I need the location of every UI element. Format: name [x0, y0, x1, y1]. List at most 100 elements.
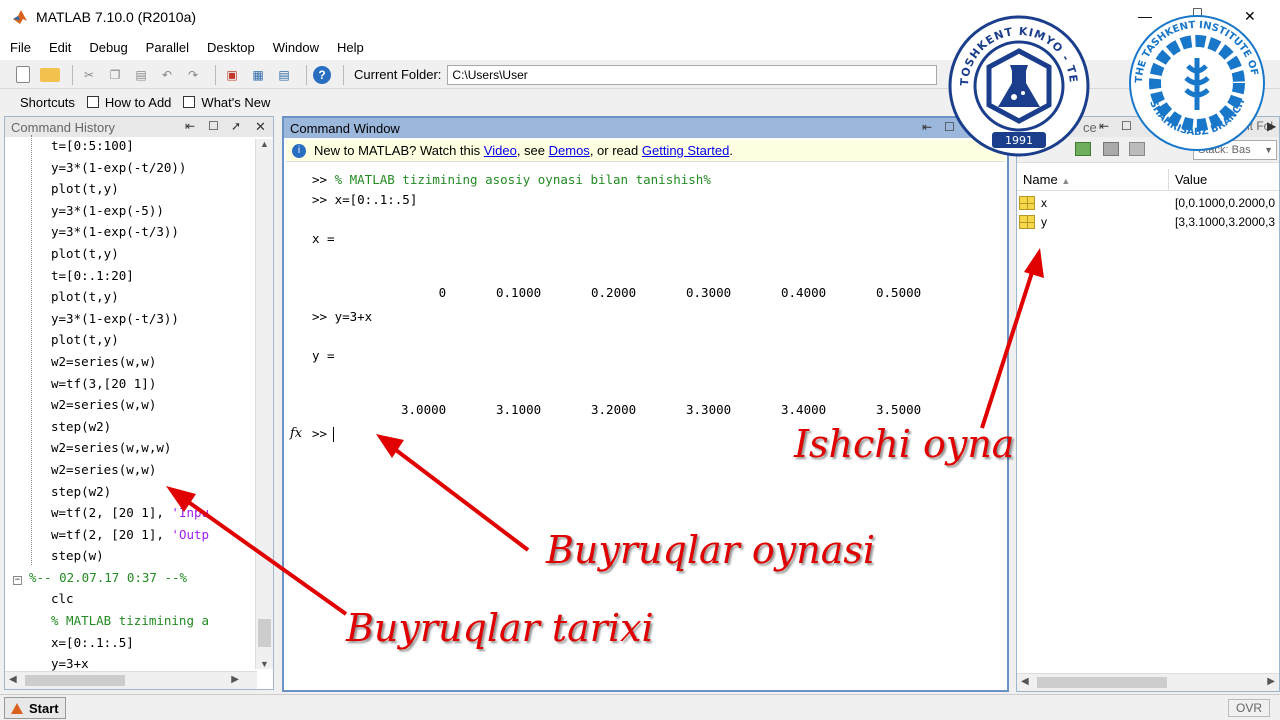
new-file-icon[interactable]: [16, 66, 30, 83]
history-vertical-scrollbar[interactable]: ▲ ▼: [255, 139, 273, 669]
collapse-icon[interactable]: −: [13, 575, 22, 585]
history-item-code: w=tf(2, [20 1],: [51, 526, 172, 542]
workspace-table-header: Name ▲ Value: [1017, 169, 1279, 191]
redo-icon[interactable]: ↷: [183, 65, 203, 85]
workspace-row[interactable]: y [3,3.1000,3.2000,3.3000,3.4000,3.5000]: [1017, 212, 1279, 231]
panel-maximize-icon[interactable]: ☐: [944, 120, 955, 134]
panel-undock-arrow-icon[interactable]: ➚: [231, 119, 241, 133]
history-item[interactable]: w=tf(3,[20 1]): [5, 373, 257, 395]
history-item[interactable]: t=[0:5:100]: [5, 135, 257, 157]
undo-icon[interactable]: ↶: [157, 65, 177, 85]
scroll-right-icon[interactable]: ▶: [231, 674, 239, 685]
delete-variable-icon[interactable]: [1129, 142, 1145, 156]
history-item[interactable]: y=3*(1-exp(-5)): [5, 200, 257, 222]
how-to-add-link[interactable]: How to Add: [105, 95, 172, 110]
menu-help[interactable]: Help: [337, 40, 364, 55]
scroll-thumb[interactable]: [1037, 677, 1167, 688]
new-variable-icon[interactable]: [1075, 142, 1091, 156]
history-item[interactable]: step(w2): [5, 481, 257, 503]
history-item[interactable]: y=3*(1-exp(-t/3)): [5, 221, 257, 243]
workspace-horizontal-scrollbar[interactable]: ◀ ▶: [1017, 673, 1279, 691]
whats-new-link[interactable]: What's New: [201, 95, 270, 110]
fx-icon[interactable]: fx: [290, 426, 302, 441]
panel-close-icon[interactable]: ✕: [255, 119, 266, 135]
demos-link[interactable]: Demos: [549, 143, 590, 158]
menu-desktop[interactable]: Desktop: [207, 40, 255, 55]
video-link[interactable]: Video: [484, 143, 517, 158]
open-folder-icon[interactable]: [40, 67, 60, 82]
cut-icon[interactable]: ✂: [79, 65, 99, 85]
getting-started-link[interactable]: Getting Started: [642, 143, 729, 158]
undock-icon[interactable]: ⇤: [1099, 119, 1109, 133]
value-cell: 0.5000: [876, 285, 922, 300]
history-item[interactable]: w2=series(w,w,w): [5, 437, 257, 459]
history-item[interactable]: step(w2): [5, 416, 257, 438]
history-item[interactable]: plot(t,y): [5, 286, 257, 308]
history-item[interactable]: w=tf(2, [20 1], 'Inpu: [5, 502, 257, 524]
history-item[interactable]: x=[0:.1:.5]: [5, 632, 257, 654]
history-item[interactable]: w2=series(w,w): [5, 394, 257, 416]
scroll-thumb[interactable]: [25, 675, 125, 686]
scroll-left-icon[interactable]: ◀: [1021, 676, 1029, 687]
variable-name: x: [1041, 195, 1047, 210]
scroll-down-icon[interactable]: ▼: [256, 659, 273, 669]
history-item[interactable]: w2=series(w,w): [5, 459, 257, 481]
history-item[interactable]: plot(t,y): [5, 178, 257, 200]
guide-icon[interactable]: ▦: [248, 65, 268, 85]
simulink-icon[interactable]: ▣: [222, 65, 242, 85]
history-item[interactable]: w=tf(2, [20 1], 'Outp: [5, 524, 257, 546]
history-item[interactable]: % MATLAB tizimining a: [5, 610, 257, 632]
profiler-icon[interactable]: ▤: [274, 65, 294, 85]
tab-scroll-right-icon[interactable]: ▶: [1267, 119, 1276, 133]
history-session-label: %-- 02.07.17 0:37 --%: [29, 569, 188, 585]
history-item[interactable]: y=3*(1-exp(-t/20)): [5, 157, 257, 179]
scroll-right-icon[interactable]: ▶: [1267, 676, 1275, 687]
current-folder-input[interactable]: [447, 64, 938, 85]
history-item[interactable]: w2=series(w,w): [5, 351, 257, 373]
panel-maximize-icon[interactable]: ☐: [208, 119, 219, 133]
scroll-up-icon[interactable]: ▲: [256, 139, 273, 149]
chevron-down-icon: ▼: [1264, 145, 1273, 155]
history-horizontal-scrollbar[interactable]: ◀ ▶: [5, 671, 257, 689]
history-item[interactable]: plot(t,y): [5, 329, 257, 351]
scroll-left-icon[interactable]: ◀: [9, 674, 17, 685]
name-column-header[interactable]: Name ▲: [1017, 169, 1169, 190]
menu-edit[interactable]: Edit: [49, 40, 71, 55]
paste-icon[interactable]: ▤: [131, 65, 151, 85]
workspace-panel: ce ⇤ ☐ Current Fol ▶ Stack: Bas ▼ Name ▲…: [1016, 116, 1280, 692]
menu-debug[interactable]: Debug: [89, 40, 127, 55]
overwrite-indicator: OVR: [1228, 699, 1270, 717]
undock-icon[interactable]: ⇤: [922, 120, 932, 134]
start-button[interactable]: Start: [4, 697, 66, 719]
value-cell: 0.3000: [686, 285, 732, 300]
history-item[interactable]: step(w): [5, 545, 257, 567]
value-cell: 3.2000: [591, 402, 637, 417]
current-folder-label: Current Folder:: [354, 67, 442, 82]
command-prompt-line[interactable]: >>: [312, 426, 335, 442]
toolbar-separator: [72, 64, 73, 85]
workspace-row[interactable]: x [0,0.1000,0.2000,0.3000,0.4000,0.5000]: [1017, 193, 1279, 212]
undock-icon[interactable]: ⇤: [185, 119, 195, 133]
help-icon[interactable]: ?: [313, 65, 331, 84]
open-variable-icon[interactable]: [1103, 142, 1119, 156]
history-item[interactable]: clc: [5, 588, 257, 610]
history-item[interactable]: plot(t,y): [5, 243, 257, 265]
menu-parallel[interactable]: Parallel: [146, 40, 189, 55]
value-column-header[interactable]: Value: [1169, 169, 1207, 190]
history-session-header[interactable]: − %-- 02.07.17 0:37 --%: [5, 567, 257, 589]
command-window-title: Command Window: [290, 120, 400, 136]
copy-icon[interactable]: ❐: [105, 65, 125, 85]
close-icon[interactable]: ✕: [1244, 8, 1256, 25]
minimize-icon[interactable]: —: [1138, 8, 1152, 24]
menu-window[interactable]: Window: [273, 40, 319, 55]
command-window-header: Command Window: [284, 118, 1007, 138]
menu-file[interactable]: File: [10, 40, 31, 55]
column-label: Name: [1023, 172, 1058, 187]
history-item[interactable]: t=[0:.1:20]: [5, 265, 257, 287]
history-item[interactable]: y=3*(1-exp(-t/3)): [5, 308, 257, 330]
panel-maximize-icon[interactable]: ☐: [1121, 119, 1132, 133]
annotation-buyruqlar-tarixi: Buyruqlar tarixi: [346, 606, 654, 650]
scroll-thumb[interactable]: [258, 619, 271, 647]
value-cell: 3.1000: [496, 402, 542, 417]
matlab-logo-icon: [13, 10, 27, 24]
